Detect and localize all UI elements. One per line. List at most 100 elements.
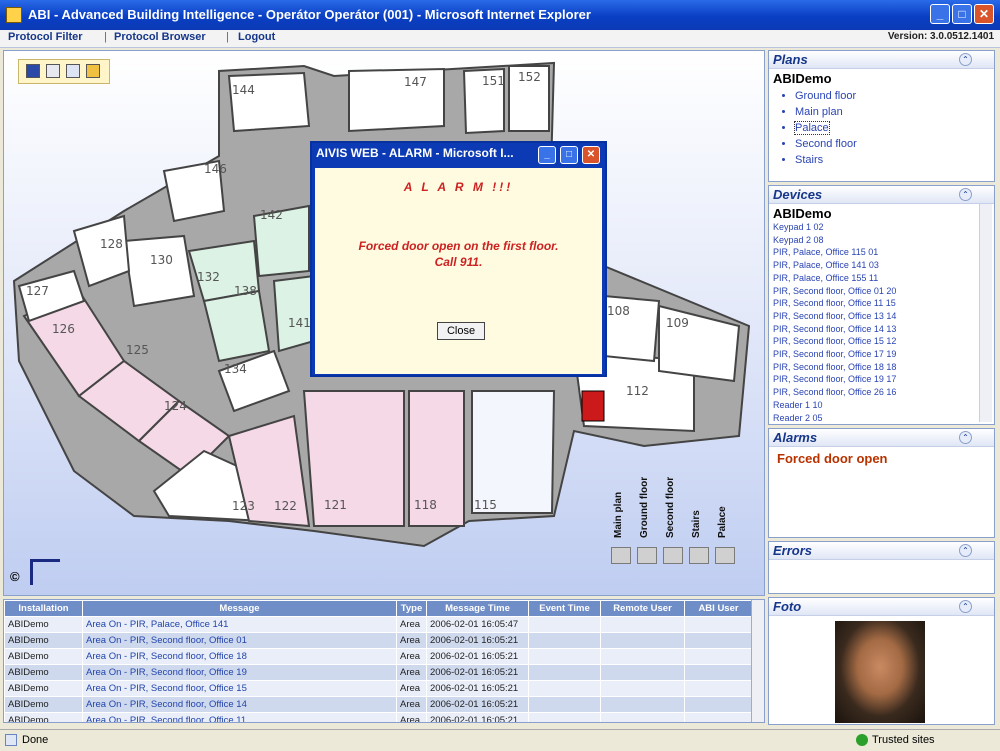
nav-label-stairs: Stairs <box>691 510 702 538</box>
device-item[interactable]: PIR, Second floor, Office 17 19 <box>769 348 994 361</box>
collapse-icon[interactable]: ⌃ <box>959 188 972 201</box>
nav-button-palace[interactable] <box>715 547 735 564</box>
plans-panel-header: Plans ⌃ <box>769 51 994 69</box>
device-item[interactable]: PIR, Palace, Office 115 01 <box>769 246 994 259</box>
device-item[interactable]: Keypad 1 02 <box>769 221 994 234</box>
minimize-button[interactable]: _ <box>930 4 950 24</box>
table-cell <box>600 696 685 713</box>
table-row[interactable]: ABIDemo Area On - PIR, Second floor, Off… <box>4 632 753 649</box>
alarm-message: Forced door open on the first floor. Cal… <box>315 238 602 270</box>
plan-item[interactable]: Second floor <box>795 136 994 152</box>
protocol-browser-link[interactable]: Protocol Browser <box>114 31 206 43</box>
room-115 <box>471 390 556 514</box>
plans-group-title: ABIDemo <box>773 71 832 86</box>
table-row[interactable]: ABIDemo Area On - PIR, Second floor, Off… <box>4 664 753 681</box>
table-row[interactable]: ABIDemo Area On - PIR, Second floor, Off… <box>4 712 753 722</box>
alarm-door-marker <box>581 390 605 422</box>
table-cell <box>600 632 685 649</box>
active-alarm-item[interactable]: Forced door open <box>777 451 994 466</box>
device-item[interactable]: PIR, Second floor, Office 11 15 <box>769 297 994 310</box>
room-number: 146 <box>204 162 227 176</box>
logout-link[interactable]: Logout <box>238 31 275 43</box>
close-window-button[interactable]: ✕ <box>974 4 994 24</box>
nav-button-main-plan[interactable] <box>611 547 631 564</box>
plan-item-label: Stairs <box>795 154 824 166</box>
collapse-icon[interactable]: ⌃ <box>959 53 972 66</box>
table-cell <box>684 632 753 649</box>
status-bar: Done Trusted sites <box>0 729 1000 751</box>
table-cell: ABIDemo <box>4 712 83 722</box>
table-row[interactable]: ABIDemo Area On - PIR, Second floor, Off… <box>4 648 753 665</box>
room-number: 115 <box>474 498 497 512</box>
devices-scrollbar[interactable] <box>979 204 992 422</box>
alarm-dialog-body: A L A R M !!! Forced door open on the fi… <box>315 168 602 374</box>
device-item[interactable]: PIR, Second floor, Office 18 18 <box>769 361 994 374</box>
nav-button-ground-floor[interactable] <box>637 547 657 564</box>
column-header[interactable]: Type <box>396 600 427 617</box>
table-row[interactable]: ABIDemo Area On - PIR, Second floor, Off… <box>4 696 753 713</box>
room-144 <box>227 71 311 133</box>
device-item[interactable]: PIR, Palace, Office 141 03 <box>769 259 994 272</box>
column-header[interactable]: ABI User <box>684 600 753 617</box>
room-number: 147 <box>404 75 427 89</box>
device-item[interactable]: PIR, Second floor, Office 14 13 <box>769 323 994 336</box>
table-cell <box>684 680 753 697</box>
protocol-filter-link[interactable]: Protocol Filter <box>8 31 83 43</box>
table-cell <box>528 680 601 697</box>
collapse-icon[interactable]: ⌃ <box>959 544 972 557</box>
nav-label-ground-floor: Ground floor <box>639 476 650 538</box>
room-number: 125 <box>126 343 149 357</box>
device-item[interactable]: Reader 2 05 <box>769 412 994 424</box>
table-row[interactable]: ABIDemo Area On - PIR, Second floor, Off… <box>4 680 753 697</box>
device-item[interactable]: Reader 1 10 <box>769 399 994 412</box>
device-item[interactable]: PIR, Second floor, Office 26 16 <box>769 386 994 399</box>
collapse-icon[interactable]: ⌃ <box>959 431 972 444</box>
alarm-minimize-button[interactable]: _ <box>538 146 556 164</box>
nav-button-second-floor[interactable] <box>663 547 683 564</box>
room-number: 138 <box>234 284 257 298</box>
device-item[interactable]: PIR, Second floor, Office 13 14 <box>769 310 994 323</box>
company-logo <box>30 559 60 585</box>
maximize-button[interactable]: □ <box>952 4 972 24</box>
table-cell: ABIDemo <box>4 648 83 665</box>
log-table-scrollbar[interactable] <box>751 600 764 722</box>
device-item[interactable]: PIR, Second floor, Office 01 20 <box>769 285 994 298</box>
column-header[interactable]: Remote User <box>600 600 685 617</box>
column-header[interactable]: Message <box>82 600 397 617</box>
column-header[interactable]: Event Time <box>528 600 601 617</box>
table-row[interactable]: ABIDemo Area On - PIR, Palace, Office 14… <box>4 616 753 633</box>
room-number: 121 <box>324 498 347 512</box>
collapse-icon[interactable]: ⌃ <box>959 600 972 613</box>
table-cell <box>600 616 685 633</box>
plan-item[interactable]: Ground floor <box>795 88 994 104</box>
device-item[interactable]: PIR, Second floor, Office 19 17 <box>769 373 994 386</box>
table-cell: ABIDemo <box>4 616 83 633</box>
plan-item[interactable]: Main plan <box>795 104 994 120</box>
table-cell: ABIDemo <box>4 632 83 649</box>
alarm-close-x-button[interactable]: ✕ <box>582 146 600 164</box>
device-item[interactable]: Keypad 2 08 <box>769 234 994 247</box>
room-number: 141 <box>288 316 311 330</box>
plan-item-selected[interactable]: Palace <box>794 120 994 136</box>
column-header[interactable]: Installation <box>4 600 83 617</box>
plan-item-label: Second floor <box>795 138 857 150</box>
table-cell <box>684 712 753 722</box>
alarm-maximize-button[interactable]: □ <box>560 146 578 164</box>
alarm-close-button[interactable]: Close <box>437 322 485 340</box>
table-cell <box>528 664 601 681</box>
panel-title: Alarms <box>773 430 818 445</box>
table-cell: 2006-02-01 16:05:21 <box>426 712 529 722</box>
device-item[interactable]: PIR, Palace, Office 155 11 <box>769 272 994 285</box>
table-cell: 2006-02-01 16:05:21 <box>426 664 529 681</box>
column-header[interactable]: Message Time <box>426 600 529 617</box>
room-number: 126 <box>52 322 75 336</box>
table-cell <box>600 664 685 681</box>
nav-button-stairs[interactable] <box>689 547 709 564</box>
foto-panel: Foto ⌃ <box>768 597 995 725</box>
devices-panel: Devices ⌃ ABIDemo Keypad 1 02 Keypad 2 0… <box>768 185 995 425</box>
device-item[interactable]: PIR, Second floor, Office 15 12 <box>769 335 994 348</box>
plan-item[interactable]: Stairs <box>795 152 994 168</box>
event-log-table: Installation Message Type Message Time E… <box>3 599 765 723</box>
table-cell <box>528 648 601 665</box>
table-cell <box>528 712 601 722</box>
